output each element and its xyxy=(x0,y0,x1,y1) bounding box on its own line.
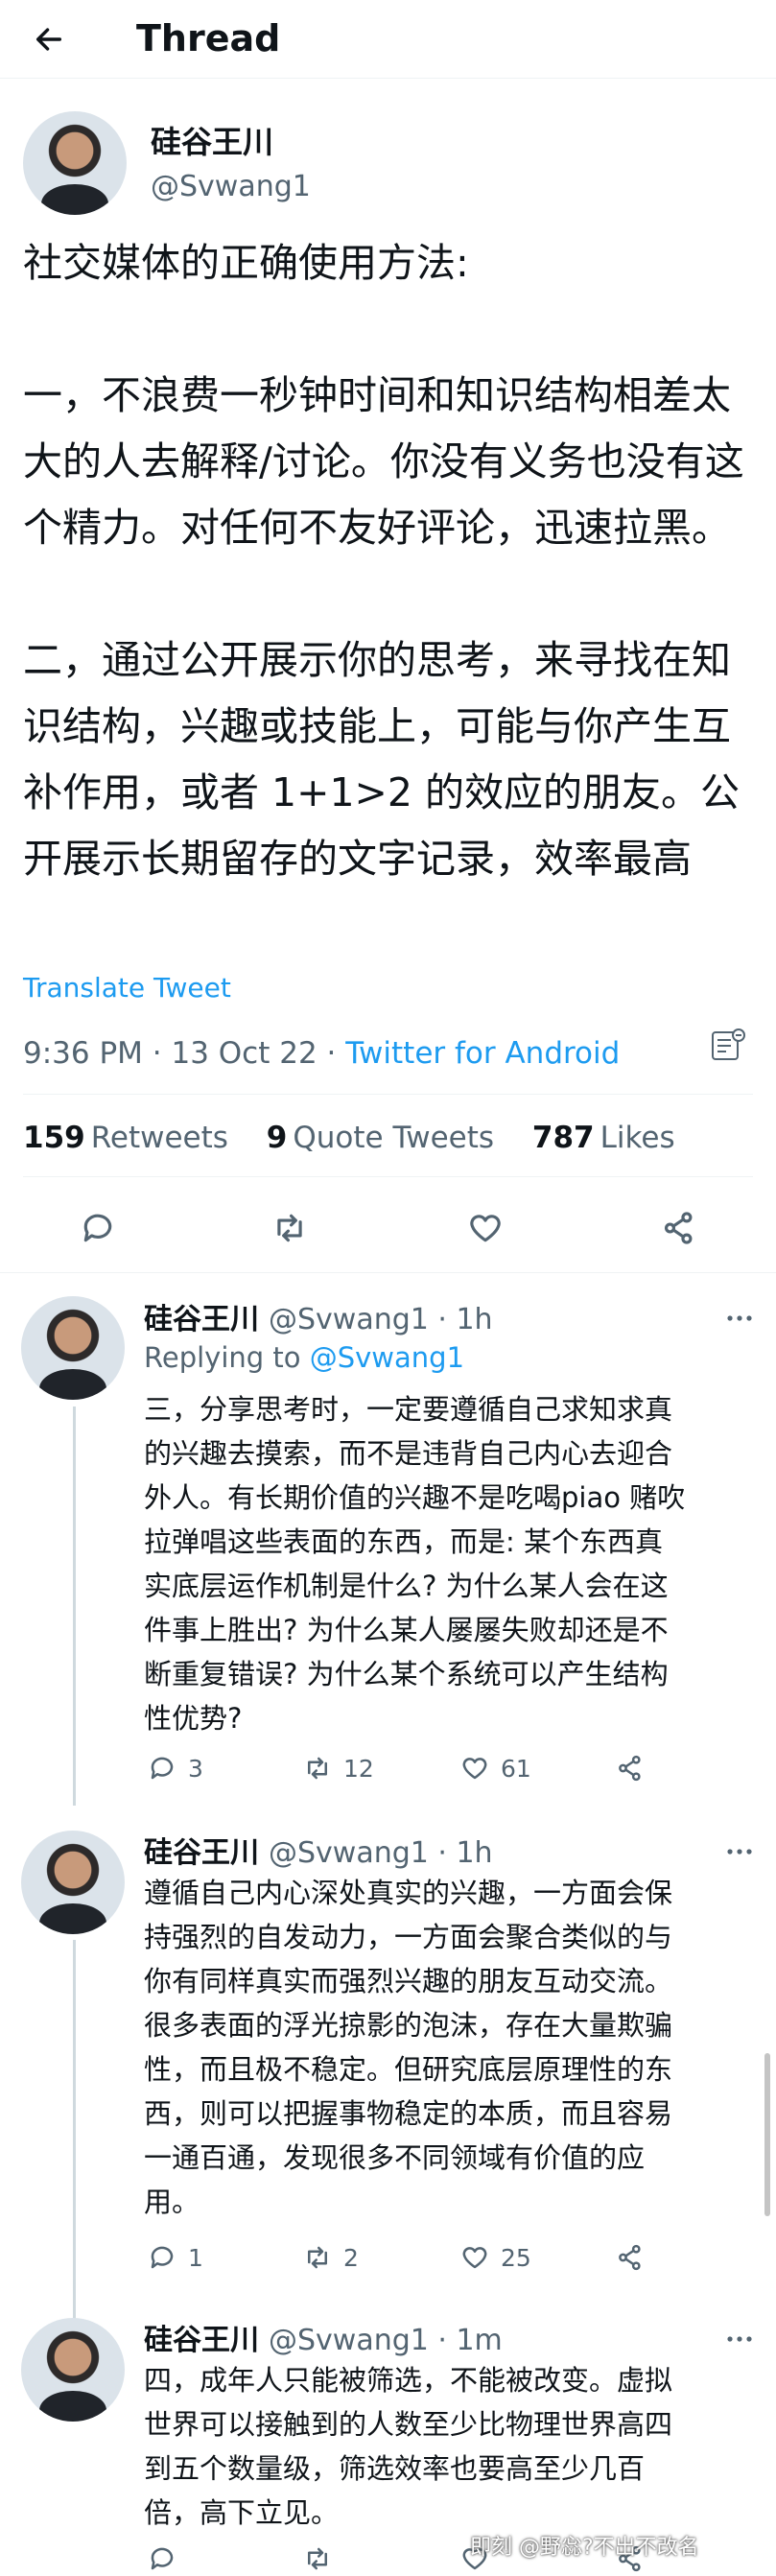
replying-prefix: Replying to xyxy=(144,1341,310,1374)
divider xyxy=(23,1176,753,1177)
scrollbar[interactable] xyxy=(764,2053,770,2216)
like-icon xyxy=(462,1758,487,1780)
reply-icon[interactable] xyxy=(79,1209,117,1247)
share-action[interactable] xyxy=(616,1754,645,1783)
reply-author[interactable]: 硅谷王川 @Svwang1 · 1m xyxy=(144,2316,503,2358)
like-icon xyxy=(462,2247,487,2269)
quotes-count: 9 xyxy=(266,1121,288,1155)
reply-meta: @Svwang1 · 1h xyxy=(269,1836,493,1870)
retweet-action[interactable] xyxy=(303,2544,332,2573)
reply-meta: @Svwang1 · 1m xyxy=(269,2324,503,2357)
reply-icon xyxy=(151,1757,174,1780)
author-name[interactable]: 硅谷王川 xyxy=(151,118,273,162)
tweet-text: 社交媒体的正确使用方法: 一，不浪费一秒钟时间和知识结构相差太大的人去解释/讨论… xyxy=(23,240,744,882)
avatar[interactable] xyxy=(21,1831,125,1934)
avatar[interactable] xyxy=(21,1296,125,1400)
reply-action[interactable]: 1 xyxy=(148,2243,203,2272)
reply-count: 3 xyxy=(188,1754,203,1783)
likes-stat[interactable]: 787 Likes xyxy=(532,1121,675,1155)
retweet-icon xyxy=(308,2547,327,2570)
like-icon[interactable] xyxy=(466,1209,505,1247)
retweets-stat[interactable]: 159 Retweets xyxy=(23,1121,228,1155)
retweet-count: 2 xyxy=(343,2243,359,2272)
more-icon[interactable] xyxy=(725,1312,754,1324)
likes-count: 787 xyxy=(531,1121,595,1155)
reply-author[interactable]: 硅谷王川 @Svwang1 · 1h xyxy=(144,1829,493,1871)
translate-tweet-link[interactable]: Translate Tweet xyxy=(23,972,231,1004)
reply-meta: @Svwang1 · 1h xyxy=(269,1303,493,1336)
reply-action[interactable]: 3 xyxy=(148,1754,203,1783)
more-icon[interactable] xyxy=(725,2333,754,2345)
reply-author-name: 硅谷王川 xyxy=(144,1836,259,1870)
reply-text: 四，成年人只能被筛选，不能被改变。虚拟 世界可以接触到的人数至少比物理世界高四 … xyxy=(144,2364,673,2529)
tweet-stats: 159 Retweets 9 Quote Tweets 787 Likes xyxy=(23,1121,675,1155)
retweet-icon xyxy=(308,2246,327,2269)
like-count: 61 xyxy=(501,1754,531,1783)
reply-icon xyxy=(151,2547,174,2570)
retweet-icon xyxy=(308,1757,327,1780)
reply-text: 遵循自己内心深处真实的兴趣，一方面会保 持强烈的自发动力，一方面会聚合类似的与 … xyxy=(144,1877,673,2218)
retweets-count: 159 xyxy=(23,1121,85,1155)
analytics-icon[interactable] xyxy=(709,1027,747,1065)
reply-action[interactable] xyxy=(148,2544,176,2573)
reply-author-name: 硅谷王川 xyxy=(144,1303,259,1336)
divider xyxy=(23,1094,753,1095)
watermark-text: 即刻 @野惢?不出不改名 xyxy=(470,2536,699,2560)
more-icon[interactable] xyxy=(725,1846,754,1857)
share-action[interactable] xyxy=(616,2243,645,2272)
like-count: 25 xyxy=(501,2243,531,2272)
reply-count: 1 xyxy=(188,2243,203,2272)
likes-label: Likes xyxy=(600,1121,675,1155)
author-handle[interactable]: @Svwang1 xyxy=(151,170,311,203)
avatar[interactable] xyxy=(21,2318,125,2422)
retweets-label: Retweets xyxy=(90,1121,228,1155)
avatar[interactable] xyxy=(23,111,127,215)
share-icon xyxy=(619,2244,641,2271)
tweet-time: 9:36 PM · 13 Oct 22 · xyxy=(23,1036,346,1071)
share-icon[interactable] xyxy=(660,1209,698,1247)
replying-to: Replying to @Svwang1 xyxy=(144,1341,464,1374)
reply-author-name: 硅谷王川 xyxy=(144,2324,259,2357)
retweet-count: 12 xyxy=(343,1754,374,1783)
mention-link[interactable]: @Svwang1 xyxy=(310,1341,464,1374)
top-bar: Thread xyxy=(0,0,776,79)
reply-author[interactable]: 硅谷王川 @Svwang1 · 1h xyxy=(144,1295,493,1337)
tweet-timestamp: 9:36 PM · 13 Oct 22 · Twitter for Androi… xyxy=(23,1036,620,1071)
reply-text: 三，分享思考时，一定要遵循自己求知求真 的兴趣去摸索，而不是违背自己内心去迎合 … xyxy=(144,1393,686,1735)
thread-connector xyxy=(73,1940,76,2333)
like-action[interactable]: 61 xyxy=(460,1754,531,1783)
share-icon xyxy=(619,1755,641,1782)
tweet-client-link[interactable]: Twitter for Android xyxy=(345,1036,620,1071)
page-title: Thread xyxy=(136,17,281,59)
retweet-action[interactable]: 12 xyxy=(303,1754,374,1783)
reply-icon xyxy=(151,2246,174,2269)
retweet-action[interactable]: 2 xyxy=(303,2243,359,2272)
divider xyxy=(0,1272,776,1273)
thread-connector xyxy=(73,1406,76,1806)
quotes-label: Quote Tweets xyxy=(293,1121,495,1155)
retweet-icon[interactable] xyxy=(270,1209,309,1247)
quotes-stat[interactable]: 9 Quote Tweets xyxy=(267,1121,494,1155)
back-arrow-icon[interactable] xyxy=(29,19,69,59)
like-action[interactable]: 25 xyxy=(460,2243,531,2272)
